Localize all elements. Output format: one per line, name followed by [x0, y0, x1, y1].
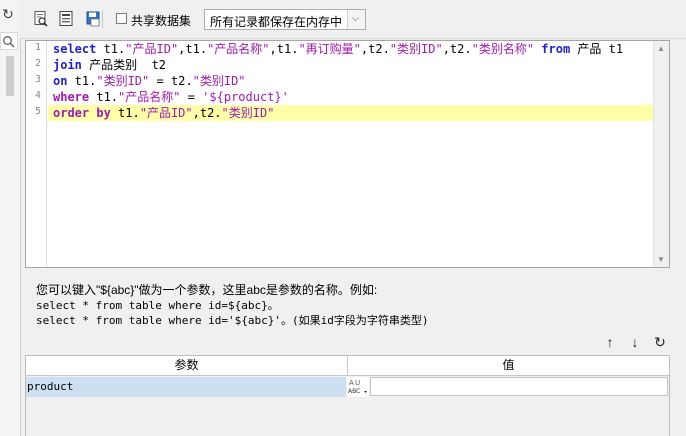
code-line: join 产品类别 t2	[53, 58, 167, 72]
param-hint-line1: 您可以键入"${abc}"做为一个参数，这里abc是参数的名称。例如:	[36, 283, 378, 297]
svg-text:A: A	[349, 379, 354, 387]
refresh-icon[interactable]: ↻	[652, 334, 668, 350]
refresh-icon[interactable]: ↻	[0, 6, 16, 22]
search-input[interactable]	[0, 32, 18, 50]
toolbar: 共享数据集 所有记录都保存在内存中 ⌵	[20, 0, 686, 39]
line-number: 1	[34, 42, 41, 53]
memory-mode-select[interactable]: 所有记录都保存在内存中 ⌵	[204, 9, 366, 30]
line-number: 2	[34, 58, 41, 69]
type-icon-text: ABC	[348, 388, 360, 395]
share-dataset-checkbox[interactable]	[116, 13, 127, 24]
code-line-highlighted: order by t1."产品ID",t2."类别ID"	[48, 105, 653, 121]
left-panel: ↻	[0, 0, 21, 436]
left-scrollbar-thumb[interactable]	[6, 56, 14, 96]
table-row[interactable]: product A U ABC	[26, 377, 669, 397]
param-name[interactable]: product	[26, 377, 346, 397]
params-table: 参数 值 product A U ABC	[25, 355, 670, 436]
arrow-down-icon[interactable]: ↓	[627, 334, 643, 350]
text-type-icon[interactable]: A U ABC	[347, 377, 369, 397]
param-hint-line3: select * from table where id='${abc}'。(如…	[36, 314, 429, 327]
code-line: on t1."类别ID" = t2."类别ID"	[53, 74, 246, 88]
line-number-gutter: 1 2 3 4 5	[26, 41, 47, 267]
chevron-down-icon[interactable]: ⌵	[347, 10, 365, 29]
editor-scrollbar[interactable]: ▲ ▼	[653, 41, 669, 267]
svg-text:U: U	[355, 379, 360, 387]
line-number: 4	[34, 90, 41, 101]
code-line: select t1."产品ID",t1."产品名称",t1."再订购量",t2.…	[53, 42, 624, 56]
code-line: where t1."产品名称" = '${product}'	[53, 90, 289, 104]
arrow-up-icon[interactable]: ↑	[602, 334, 618, 350]
param-value-input[interactable]	[370, 377, 668, 396]
column-header-value[interactable]: 值	[348, 356, 669, 375]
column-header-param[interactable]: 参数	[26, 356, 348, 375]
preview-icon[interactable]	[32, 10, 50, 28]
params-table-header: 参数 值	[26, 356, 669, 376]
scroll-up-icon[interactable]: ▲	[657, 44, 665, 53]
sql-editor[interactable]: 1 2 3 4 5 select t1."产品ID",t1."产品名称",t1.…	[25, 40, 670, 268]
memory-mode-value: 所有记录都保存在内存中	[210, 15, 343, 29]
share-dataset-label: 共享数据集	[131, 14, 192, 28]
save-icon[interactable]	[85, 10, 103, 28]
line-number: 5	[34, 106, 41, 117]
param-hint-line2: select * from table where id=${abc}。	[36, 299, 279, 312]
document-icon[interactable]	[57, 10, 75, 28]
scroll-down-icon[interactable]: ▼	[657, 255, 665, 264]
search-icon	[3, 36, 15, 48]
line-number: 3	[34, 74, 41, 85]
